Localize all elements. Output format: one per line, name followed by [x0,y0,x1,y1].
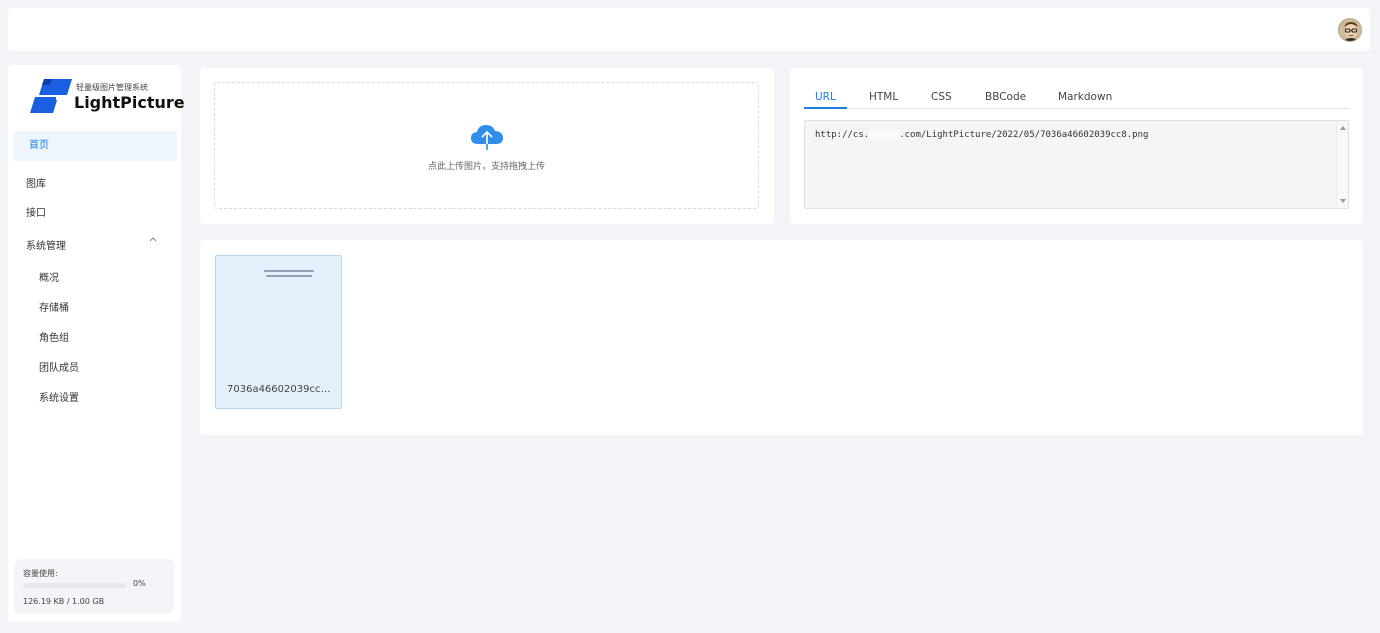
tab-html[interactable]: HTML [858,87,909,109]
tab-bbcode[interactable]: BBCode [974,87,1037,109]
submenu-item-label: 存储桶 [39,303,69,314]
link-url-prefix: http://cs. [815,130,870,140]
logo[interactable]: 轻量级图片管理系统 LightPicture [30,79,185,115]
logo-tagline: 轻量级图片管理系统 [76,83,148,92]
user-avatar[interactable] [1338,18,1362,42]
sidebar-item-gallery[interactable]: 图库 [26,175,46,190]
upload-hint: 点此上传图片，支持拖拽上传 [427,162,545,172]
submenu-item-team-members[interactable]: 团队成员 [39,359,79,374]
submenu-item-buckets[interactable]: 存储桶 [39,299,69,314]
quota-usage: 126.19 KB / 1.00 GB [23,597,105,606]
link-url-suffix: .com/LightPicture/2022/05/7036a46602039c… [899,130,1149,140]
tab-markdown[interactable]: Markdown [1047,87,1123,109]
link-output-textarea[interactable]: http://cs. .com/LightPicture/2022/05/7036… [804,120,1349,209]
sidebar: 轻量级图片管理系统 LightPicture 首页 图库 接口 系统管理 概况 … [8,65,185,622]
scroll-down-arrow-icon[interactable] [1340,199,1346,203]
logo-name: LightPicture [74,93,185,112]
tab-label: URL [815,91,836,103]
image-thumbnail[interactable]: 7036a46602039cc8... [215,255,342,409]
sidebar-item-api[interactable]: 接口 [26,204,46,219]
storage-quota: 容量使用: 0% 126.19 KB / 1.00 GB [14,559,174,614]
textarea-scrollbar[interactable] [1336,121,1348,208]
submenu-item-overview[interactable]: 概况 [39,269,59,284]
sidebar-item-label: 接口 [26,208,46,219]
submenu-item-label: 团队成员 [39,363,79,374]
sidebar-item-label: 图库 [26,179,46,190]
upload-card: 点此上传图片，支持拖拽上传 [200,68,774,224]
user-avatar-icon [1339,19,1361,41]
link-format-tabs: URL HTML CSS BBCode Markdown [804,87,1349,109]
tab-css[interactable]: CSS [920,87,963,109]
link-panel: URL HTML CSS BBCode Markdown http://cs..… [790,68,1363,224]
submenu-item-label: 概况 [39,273,59,284]
scroll-up-arrow-icon[interactable] [1340,126,1346,130]
submenu-item-roles[interactable]: 角色组 [39,329,69,344]
submenu-item-system-settings[interactable]: 系统设置 [39,389,79,404]
sidebar-item-label: 首页 [29,140,49,151]
quota-progress-bar [23,583,126,588]
redacted-region [869,130,900,139]
sidebar-item-system-management[interactable]: 系统管理 [26,237,66,252]
tab-label: HTML [869,91,899,103]
chevron-up-icon[interactable] [149,235,157,243]
logo-icon [30,79,72,113]
thumbnail-filename: 7036a46602039cc8... [227,384,335,395]
cloud-upload-icon [471,125,503,150]
sidebar-item-label: 系统管理 [26,241,66,252]
tab-label: BBCode [985,91,1027,103]
tab-label: Markdown [1058,91,1113,103]
recent-uploads: 7036a46602039cc8... [200,240,1363,435]
sidebar-item-home[interactable]: 首页 [13,131,177,161]
submenu-item-label: 系统设置 [39,393,79,404]
thumbnail-preview-image [264,268,316,282]
tab-label: CSS [931,91,952,103]
upload-dropzone[interactable]: 点此上传图片，支持拖拽上传 [214,82,759,209]
top-bar [8,8,1370,51]
quota-percent: 0% [133,579,146,588]
quota-label: 容量使用: [23,569,58,578]
submenu-item-label: 角色组 [39,333,69,344]
tab-url[interactable]: URL [804,87,847,109]
